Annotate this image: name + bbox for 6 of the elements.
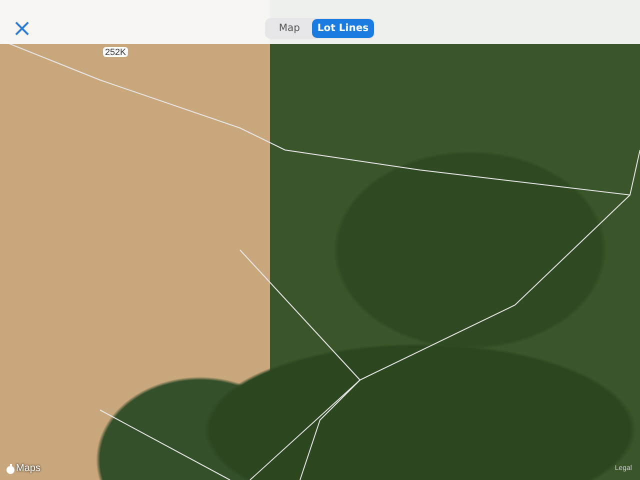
- close-button[interactable]: ×: [10, 18, 34, 38]
- logo-icon: [6, 464, 15, 474]
- segment-tab[interactable]: Map: [266, 18, 312, 38]
- road-label: 252K: [103, 47, 128, 57]
- map-attribution: Maps: [16, 463, 40, 474]
- segment-tab[interactable]: Lot Lines: [312, 18, 374, 38]
